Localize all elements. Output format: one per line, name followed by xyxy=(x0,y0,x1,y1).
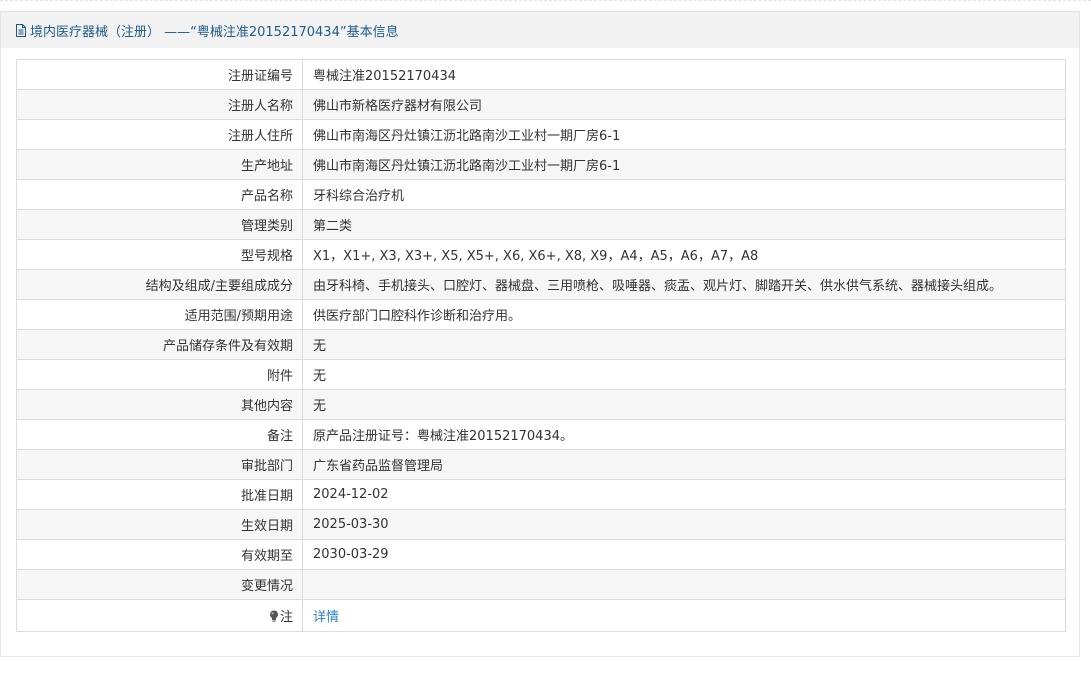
table-row: 备注 原产品注册证号：粤械注准20152170434。 xyxy=(16,419,1066,450)
table-row: 附件无 xyxy=(16,359,1066,390)
panel-header: 境内医疗器械（注册） ——“粤械注准20152170434”基本信息 xyxy=(1,12,1079,48)
field-label: 有效期至 xyxy=(16,539,303,570)
field-value: 2024-12-02 xyxy=(302,479,1066,510)
field-value: 供医疗部门口腔科作诊断和治疗用。 xyxy=(302,299,1066,330)
field-label: 管理类别 xyxy=(16,209,303,240)
field-label: 生产地址 xyxy=(16,149,303,180)
table-row: 其他内容无 xyxy=(16,389,1066,420)
table-row: 注册人名称 佛山市新格医疗器材有限公司 xyxy=(16,89,1066,120)
field-label: 注册人住所 xyxy=(16,119,303,150)
field-value: 佛山市南海区丹灶镇江沥北路南沙工业村一期厂房6-1 xyxy=(302,149,1066,180)
page: 境内医疗器械（注册） ——“粤械注准20152170434”基本信息 注册证编号… xyxy=(0,0,1091,677)
note-value-cell: 详情 xyxy=(302,599,1066,632)
table-row: 生效日期 2025-03-30 xyxy=(16,509,1066,540)
field-value: 广东省药品监督管理局 xyxy=(302,449,1066,480)
table-row: 产品名称 牙科综合治疗机 xyxy=(16,179,1066,210)
table-row: 生产地址 佛山市南海区丹灶镇江沥北路南沙工业村一期厂房6-1 xyxy=(16,149,1066,180)
field-value: 第二类 xyxy=(302,209,1066,240)
field-value: 无 xyxy=(302,359,1066,390)
table-row: 型号规格 X1，X1+, X3, X3+, X5, X5+, X6, X6+, X… xyxy=(16,239,1066,270)
info-table: 注册证编号 粤械注准20152170434 注册人名称 佛山市新格医疗器材有限公司 注册… xyxy=(16,59,1066,632)
table-row: 注册人住所 佛山市南海区丹灶镇江沥北路南沙工业村一期厂房6-1 xyxy=(16,119,1066,150)
field-label: 批准日期 xyxy=(16,479,303,510)
field-label: 产品名称 xyxy=(16,179,303,210)
info-panel: 境内医疗器械（注册） ——“粤械注准20152170434”基本信息 注册证编号… xyxy=(0,11,1080,657)
field-label: 注册人名称 xyxy=(16,89,303,120)
field-value: 无 xyxy=(302,329,1066,360)
field-label: 适用范围/预期用途 xyxy=(16,299,303,330)
note-label-cell: 注 xyxy=(16,599,303,632)
table-row: 结构及组成/主要组成成分 由牙科椅、手机接头、口腔灯、器械盘、三用喷枪、吸唾器、痰… xyxy=(16,269,1066,300)
table-row: 批准日期 2024-12-02 xyxy=(16,479,1066,510)
field-label: 产品储存条件及有效期 xyxy=(16,329,303,360)
top-divider xyxy=(0,0,1091,2)
table-row: 审批部门 广东省药品监督管理局 xyxy=(16,449,1066,480)
field-value: 2030-03-29 xyxy=(302,539,1066,570)
table-row: 变更情况 xyxy=(16,569,1066,600)
table-row: 有效期至 2030-03-29 xyxy=(16,539,1066,570)
field-value: 牙科综合治疗机 xyxy=(302,179,1066,210)
field-value: 佛山市新格医疗器材有限公司 xyxy=(302,89,1066,120)
field-value: X1，X1+, X3, X3+, X5, X5+, X6, X6+, X8, X… xyxy=(302,239,1066,270)
table-row: 管理类别 第二类 xyxy=(16,209,1066,240)
details-link[interactable]: 详情 xyxy=(313,610,339,625)
field-value: 无 xyxy=(302,389,1066,420)
page-title: 境内医疗器械（注册） ——“粤械注准20152170434”基本信息 xyxy=(30,24,399,40)
field-label: 其他内容 xyxy=(16,389,303,420)
field-value: 由牙科椅、手机接头、口腔灯、器械盘、三用喷枪、吸唾器、痰盂、观片灯、脚踏开关、供… xyxy=(302,269,1066,300)
field-label: 备注 xyxy=(16,419,303,450)
field-label: 生效日期 xyxy=(16,509,303,540)
field-value: 2025-03-30 xyxy=(302,509,1066,540)
table-row: 产品储存条件及有效期无 xyxy=(16,329,1066,360)
document-icon xyxy=(15,23,27,37)
field-label: 附件 xyxy=(16,359,303,390)
lightbulb-icon xyxy=(269,610,279,622)
field-label: 注册证编号 xyxy=(16,59,303,90)
field-label: 变更情况 xyxy=(16,569,303,600)
field-value: 佛山市南海区丹灶镇江沥北路南沙工业村一期厂房6-1 xyxy=(302,119,1066,150)
field-label: 型号规格 xyxy=(16,239,303,270)
table-row-note: 注 详情 xyxy=(16,599,1066,632)
table-row: 适用范围/预期用途 供医疗部门口腔科作诊断和治疗用。 xyxy=(16,299,1066,330)
field-value: 原产品注册证号：粤械注准20152170434。 xyxy=(302,419,1066,450)
note-label: 注 xyxy=(279,610,293,625)
field-value xyxy=(302,569,1066,600)
field-value: 粤械注准20152170434 xyxy=(302,59,1066,90)
table-row: 注册证编号 粤械注准20152170434 xyxy=(16,59,1066,90)
field-label: 审批部门 xyxy=(16,449,303,480)
field-label: 结构及组成/主要组成成分 xyxy=(16,269,303,300)
